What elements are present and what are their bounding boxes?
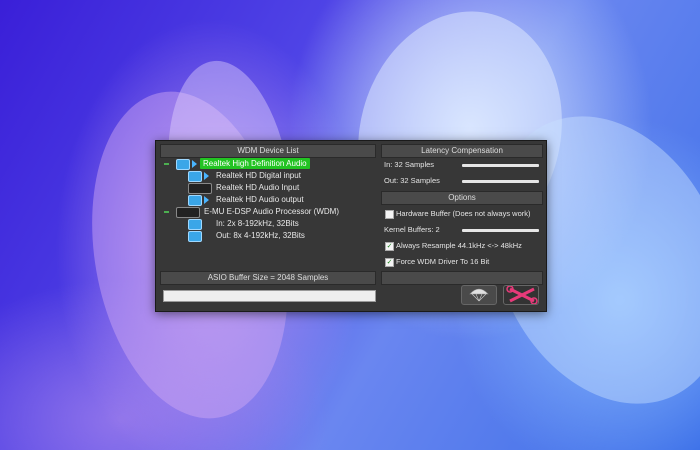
speaker-icon[interactable] bbox=[188, 231, 202, 242]
collapse-icon[interactable] bbox=[164, 211, 169, 213]
play-icon[interactable] bbox=[204, 196, 209, 204]
power-icon[interactable] bbox=[188, 183, 212, 194]
device-label[interactable]: In: 2x 8-192kHz, 32Bits bbox=[216, 218, 299, 230]
latency-in-label: In: 32 Samples bbox=[384, 160, 435, 169]
hardware-buffer-label: Hardware Buffer (Does not always work) bbox=[396, 209, 531, 218]
latency-out-slider[interactable] bbox=[462, 180, 539, 183]
speaker-icon[interactable] bbox=[188, 171, 202, 182]
device-row[interactable]: Realtek HD Audio output bbox=[160, 194, 376, 206]
always-resample-label: Always Resample 44.1kHz <-> 48kHz bbox=[396, 241, 522, 250]
options-header: Options bbox=[381, 191, 543, 205]
device-label[interactable]: E-MU E-DSP Audio Processor (WDM) bbox=[204, 206, 339, 218]
collapse-icon[interactable] bbox=[164, 163, 169, 165]
parachute-icon bbox=[469, 288, 489, 302]
device-label[interactable]: Out: 8x 4-192kHz, 32Bits bbox=[216, 230, 305, 242]
power-icon[interactable] bbox=[176, 207, 200, 218]
device-label[interactable]: Realtek HD Audio Input bbox=[216, 182, 299, 194]
device-row[interactable]: Realtek High Definition Audio bbox=[160, 158, 376, 170]
device-row[interactable]: Out: 8x 4-192kHz, 32Bits bbox=[160, 230, 376, 242]
device-row[interactable]: E-MU E-DSP Audio Processor (WDM) bbox=[160, 206, 376, 218]
wdm-device-tree: Realtek High Definition Audio Realtek HD… bbox=[160, 158, 376, 268]
play-icon[interactable] bbox=[192, 160, 197, 168]
asio-buffer-size-slider[interactable] bbox=[163, 290, 376, 302]
speaker-icon[interactable] bbox=[188, 219, 202, 230]
asio-buffer-size-label: ASIO Buffer Size = 2048 Samples bbox=[160, 271, 376, 285]
device-row[interactable]: In: 2x 8-192kHz, 32Bits bbox=[160, 218, 376, 230]
asio4all-window: WDM Device List Realtek High Definition … bbox=[155, 140, 547, 312]
advanced-tools-button[interactable] bbox=[503, 285, 539, 305]
wrench-screwdriver-icon bbox=[506, 285, 538, 305]
device-row[interactable]: Realtek HD Digital input bbox=[160, 170, 376, 182]
always-resample-checkbox[interactable]: ✓ bbox=[385, 242, 394, 251]
latency-out-label: Out: 32 Samples bbox=[384, 176, 440, 185]
latency-in-slider[interactable] bbox=[462, 164, 539, 167]
device-row[interactable]: Realtek HD Audio Input bbox=[160, 182, 376, 194]
wdm-device-list-header: WDM Device List bbox=[160, 144, 376, 158]
force-wdm-16bit-label: Force WDM Driver To 16 Bit bbox=[396, 257, 490, 266]
device-label[interactable]: Realtek HD Audio output bbox=[216, 194, 304, 206]
latency-compensation-header: Latency Compensation bbox=[381, 144, 543, 158]
speaker-icon[interactable] bbox=[188, 195, 202, 206]
options-footer-bar bbox=[381, 271, 543, 285]
speaker-icon[interactable] bbox=[176, 159, 190, 170]
device-label[interactable]: Realtek HD Digital input bbox=[216, 170, 301, 182]
hardware-buffer-checkbox[interactable] bbox=[385, 210, 394, 219]
kernel-buffers-label: Kernel Buffers: 2 bbox=[384, 225, 440, 234]
play-icon[interactable] bbox=[204, 172, 209, 180]
force-wdm-16bit-checkbox[interactable]: ✓ bbox=[385, 258, 394, 267]
device-label[interactable]: Realtek High Definition Audio bbox=[200, 158, 310, 169]
parachute-button[interactable] bbox=[461, 285, 497, 305]
kernel-buffers-slider[interactable] bbox=[462, 229, 539, 232]
